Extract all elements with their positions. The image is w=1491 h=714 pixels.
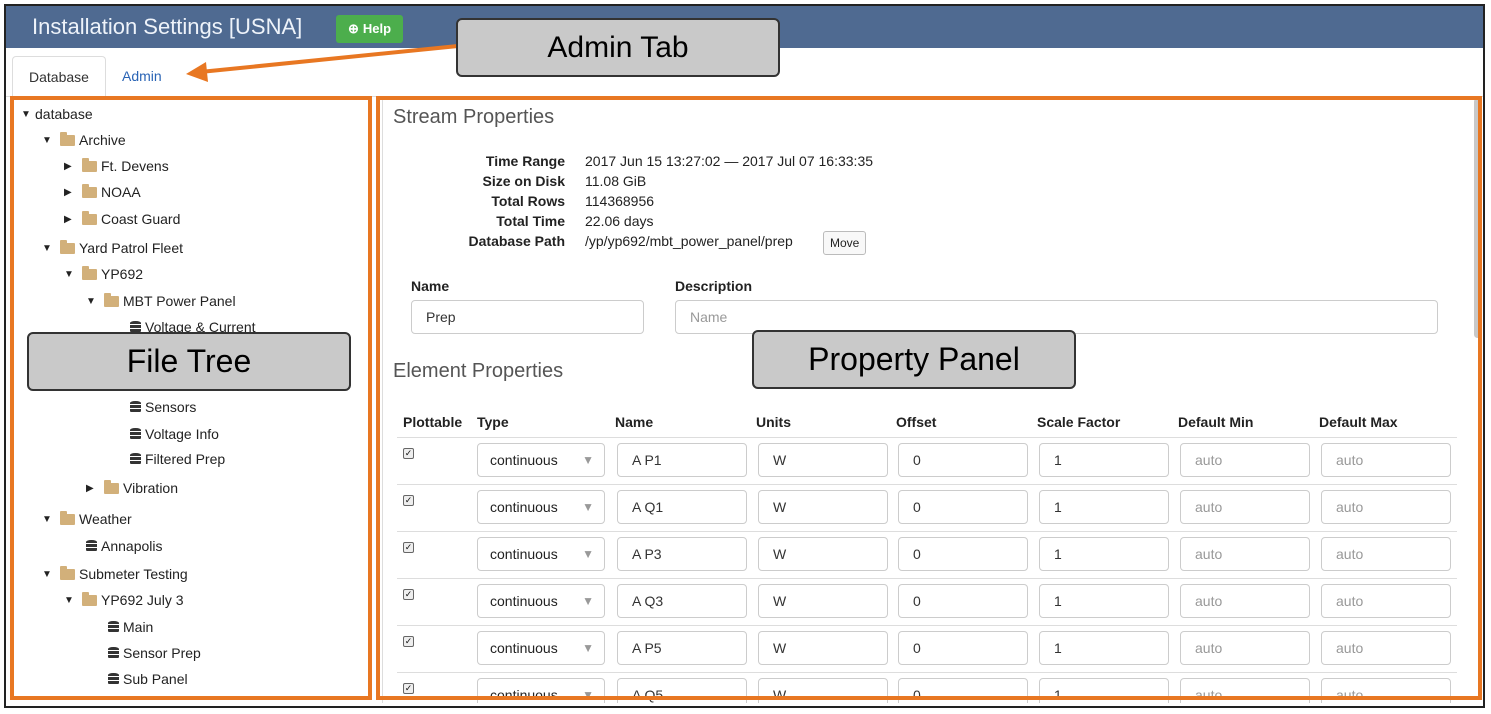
file-tree-callout: File Tree <box>27 332 351 391</box>
property-panel-callout: Property Panel <box>752 330 1076 389</box>
admin-tab-callout: Admin Tab <box>456 18 780 77</box>
